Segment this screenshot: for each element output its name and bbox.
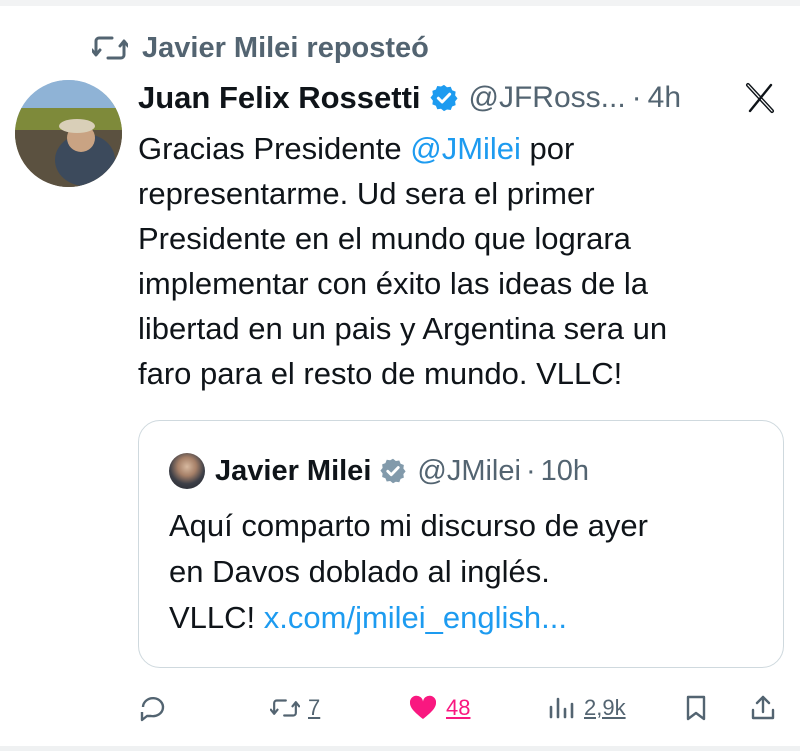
separator-dot: · xyxy=(631,81,642,114)
bookmark-button[interactable] xyxy=(681,688,711,728)
mention-link[interactable]: @JMilei xyxy=(410,131,521,166)
repost-count: 7 xyxy=(308,695,321,720)
reply-icon xyxy=(140,696,165,722)
views-count: 2,9k xyxy=(584,695,626,720)
tweet-line: faro para el resto de mundo. VLLC! xyxy=(138,356,623,391)
quoted-author-name: Javier Milei xyxy=(215,454,372,487)
views-chart-icon xyxy=(549,697,574,719)
quoted-tweet-time: 10h xyxy=(540,454,589,487)
share-button[interactable] xyxy=(748,688,778,728)
author-name[interactable]: Juan Felix Rossetti xyxy=(138,80,421,116)
tweet-line: representarme. Ud sera el primer xyxy=(138,176,595,211)
quoted-tweet-text: Aquí comparto mi discurso de ayer en Dav… xyxy=(169,503,769,641)
tweet-text-suffix: por xyxy=(520,131,575,166)
tweet-text-prefix: Gracias Presidente xyxy=(138,131,411,166)
top-divider xyxy=(0,0,800,6)
quoted-author-avatar xyxy=(169,453,205,489)
verified-badge-icon xyxy=(379,457,407,485)
quoted-link[interactable]: x.com/jmilei_english... xyxy=(264,600,567,635)
tweet-line: libertad en un pais y Argentina sera un xyxy=(138,311,668,346)
repost-icon xyxy=(92,36,128,60)
avatar-photo xyxy=(15,80,122,187)
repost-button[interactable]: 7 xyxy=(270,688,320,728)
tweet-line: Gracias Presidente @JMilei por xyxy=(138,126,768,171)
author-handle[interactable]: @JFRoss... xyxy=(469,81,626,115)
views-button[interactable]: 2,9k xyxy=(546,688,626,728)
like-button[interactable]: 48 xyxy=(408,688,470,728)
separator-dot: · xyxy=(525,454,536,487)
author-avatar[interactable] xyxy=(15,80,122,187)
repost-indicator[interactable]: Javier Milei reposteó xyxy=(92,30,429,66)
share-icon xyxy=(751,695,775,720)
verified-badge-icon xyxy=(429,83,459,113)
tweet-line: Presidente en el mundo que lograra xyxy=(138,221,631,256)
quoted-line-prefix: VLLC! xyxy=(169,600,264,635)
tweet-actions: 7 48 2,9k xyxy=(138,688,788,728)
heart-filled-icon xyxy=(409,695,437,719)
reply-button[interactable] xyxy=(138,688,168,728)
quoted-line: VLLC! x.com/jmilei_english... xyxy=(169,595,769,641)
like-count: 48 xyxy=(446,695,471,720)
bookmark-icon xyxy=(686,695,706,721)
quoted-author-handle: @JMilei xyxy=(417,454,521,487)
tweet-text: Gracias Presidente @JMilei por represent… xyxy=(138,126,768,396)
repost-icon xyxy=(270,699,300,717)
bottom-divider xyxy=(0,746,800,751)
quoted-tweet-header: Javier Milei @JMilei · 10h xyxy=(169,451,589,491)
quoted-tweet-card[interactable]: Javier Milei @JMilei · 10h Aquí comparto… xyxy=(138,420,784,668)
quoted-line: Aquí comparto mi discurso de ayer xyxy=(169,508,648,543)
tweet-header: Juan Felix Rossetti @JFRoss... · 4h xyxy=(138,76,788,120)
quoted-line: en Davos doblado al inglés. xyxy=(169,554,550,589)
x-logo-icon xyxy=(744,82,776,114)
tweet-line: implementar con éxito las ideas de la xyxy=(138,266,649,301)
repost-label: Javier Milei reposteó xyxy=(142,31,429,64)
tweet-time[interactable]: 4h xyxy=(648,81,681,115)
